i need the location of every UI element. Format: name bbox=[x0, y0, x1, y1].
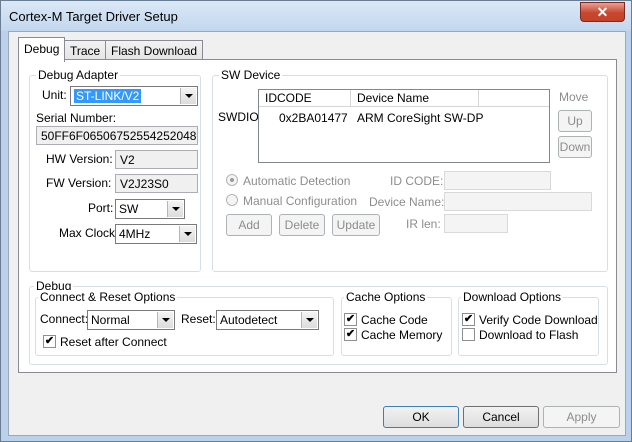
chevron-down-icon[interactable] bbox=[301, 312, 317, 328]
hw-version-label: HW Version: bbox=[46, 152, 113, 166]
unit-select[interactable]: ST-LINK/V2 bbox=[70, 86, 198, 106]
debug-adapter-group: Debug Adapter Unit: ST-LINK/V2 Serial Nu… bbox=[29, 68, 201, 272]
column-header-idcode[interactable]: IDCODE bbox=[259, 90, 351, 107]
tab-debug[interactable]: Debug bbox=[18, 37, 66, 62]
sw-device-group: SW Device SWDIO IDCODE Device Name 0x2BA… bbox=[212, 68, 608, 272]
unit-label: Unit: bbox=[42, 88, 67, 102]
column-header-filler bbox=[479, 90, 549, 107]
ok-button[interactable]: OK bbox=[383, 406, 459, 428]
max-clock-value: 4MHz bbox=[119, 227, 151, 241]
device-name-label: Device Name: bbox=[369, 195, 445, 209]
swdio-label: SWDIO bbox=[218, 110, 259, 124]
download-to-flash-checkbox[interactable] bbox=[462, 328, 475, 341]
id-code-label: ID CODE: bbox=[390, 174, 444, 188]
download-options-group: Download Options ✔ Verify Code Download … bbox=[458, 290, 599, 356]
unit-value: ST-LINK/V2 bbox=[74, 89, 142, 103]
connect-reset-label: Connect & Reset Options bbox=[38, 290, 178, 304]
debug-tab-panel: Debug Adapter Unit: ST-LINK/V2 Serial Nu… bbox=[18, 59, 617, 373]
max-clock-select[interactable]: 4MHz bbox=[115, 224, 197, 244]
window-title: Cortex-M Target Driver Setup bbox=[9, 9, 178, 24]
tab-trace[interactable]: Trace bbox=[64, 40, 107, 61]
move-label: Move bbox=[559, 90, 589, 104]
title-bar[interactable]: Cortex-M Target Driver Setup ✕ bbox=[1, 1, 631, 31]
reset-after-connect-label: Reset after Connect bbox=[60, 335, 167, 349]
column-header-device-name[interactable]: Device Name bbox=[351, 90, 479, 107]
chevron-down-icon[interactable] bbox=[180, 88, 196, 104]
connect-label: Connect: bbox=[40, 312, 89, 326]
tab-flash-download[interactable]: Flash Download bbox=[105, 40, 204, 61]
manual-configuration-label: Manual Configuration bbox=[243, 194, 358, 208]
update-button[interactable]: Update bbox=[332, 214, 380, 236]
cancel-button[interactable]: Cancel bbox=[463, 406, 539, 428]
serial-number-field: 50FF6F065067525542520487 bbox=[36, 126, 198, 145]
table-row[interactable]: 0x2BA01477 ARM CoreSight SW-DP bbox=[259, 109, 549, 126]
sw-device-label: SW Device bbox=[219, 68, 283, 82]
serial-number-label: Serial Number: bbox=[36, 111, 117, 125]
device-name-input[interactable] bbox=[444, 192, 592, 211]
move-up-button[interactable]: Up bbox=[558, 110, 592, 132]
debug-group: Debug Connect & Reset Options Connect: N… bbox=[29, 279, 608, 365]
check-icon: ✔ bbox=[44, 335, 55, 347]
reset-after-connect-checkbox[interactable]: ✔ bbox=[43, 335, 56, 348]
id-code-input[interactable] bbox=[444, 171, 551, 190]
add-button[interactable]: Add bbox=[226, 214, 272, 236]
port-label: Port: bbox=[88, 201, 114, 215]
fw-version-field: V2J23S0 bbox=[115, 174, 198, 193]
move-down-button[interactable]: Down bbox=[558, 136, 592, 158]
connect-value: Normal bbox=[91, 313, 130, 327]
dialog-window: Cortex-M Target Driver Setup ✕ Debug Tra… bbox=[0, 0, 632, 442]
cache-code-label: Cache Code bbox=[361, 313, 428, 327]
cache-memory-label: Cache Memory bbox=[361, 328, 443, 342]
dialog-client: Debug Trace Flash Download Debug Adapter… bbox=[8, 31, 626, 436]
delete-button[interactable]: Delete bbox=[279, 214, 325, 236]
connect-reset-group: Connect & Reset Options Connect: Normal … bbox=[35, 290, 334, 356]
ir-len-label: IR len: bbox=[406, 217, 441, 231]
close-icon: ✕ bbox=[596, 4, 609, 20]
automatic-detection-radio[interactable] bbox=[226, 174, 238, 186]
check-icon: ✔ bbox=[345, 328, 356, 340]
port-value: SW bbox=[119, 202, 139, 216]
automatic-detection-label: Automatic Detection bbox=[243, 174, 351, 188]
sw-device-list[interactable]: IDCODE Device Name 0x2BA01477 ARM CoreSi… bbox=[258, 89, 550, 163]
reset-label: Reset: bbox=[181, 312, 216, 326]
check-icon: ✔ bbox=[463, 313, 474, 325]
chevron-down-icon[interactable] bbox=[179, 226, 195, 242]
cache-options-label: Cache Options bbox=[344, 290, 428, 304]
close-button[interactable]: ✕ bbox=[580, 2, 625, 22]
download-to-flash-label: Download to Flash bbox=[479, 328, 579, 342]
cache-memory-checkbox[interactable]: ✔ bbox=[344, 328, 357, 341]
reset-select[interactable]: Autodetect bbox=[216, 310, 319, 330]
max-clock-label: Max Clock: bbox=[59, 226, 119, 240]
row-idcode: 0x2BA01477 bbox=[279, 111, 348, 125]
verify-code-download-checkbox[interactable]: ✔ bbox=[462, 313, 475, 326]
port-select[interactable]: SW bbox=[115, 199, 185, 219]
cache-options-group: Cache Options ✔ Cache Code ✔ Cache Memor… bbox=[341, 290, 452, 356]
verify-code-download-label: Verify Code Download bbox=[479, 313, 598, 327]
chevron-down-icon[interactable] bbox=[157, 312, 173, 328]
manual-configuration-radio[interactable] bbox=[226, 194, 238, 206]
connect-select[interactable]: Normal bbox=[87, 310, 175, 330]
ir-len-input[interactable] bbox=[444, 214, 508, 233]
cache-code-checkbox[interactable]: ✔ bbox=[344, 313, 357, 326]
chevron-down-icon[interactable] bbox=[167, 201, 183, 217]
reset-value: Autodetect bbox=[220, 313, 278, 327]
fw-version-label: FW Version: bbox=[46, 176, 112, 190]
hw-version-field: V2 bbox=[115, 150, 198, 169]
apply-button[interactable]: Apply bbox=[543, 406, 620, 428]
debug-adapter-label: Debug Adapter bbox=[36, 68, 121, 82]
check-icon: ✔ bbox=[345, 313, 356, 325]
row-device-name: ARM CoreSight SW-DP bbox=[357, 111, 484, 125]
download-options-label: Download Options bbox=[461, 290, 564, 304]
